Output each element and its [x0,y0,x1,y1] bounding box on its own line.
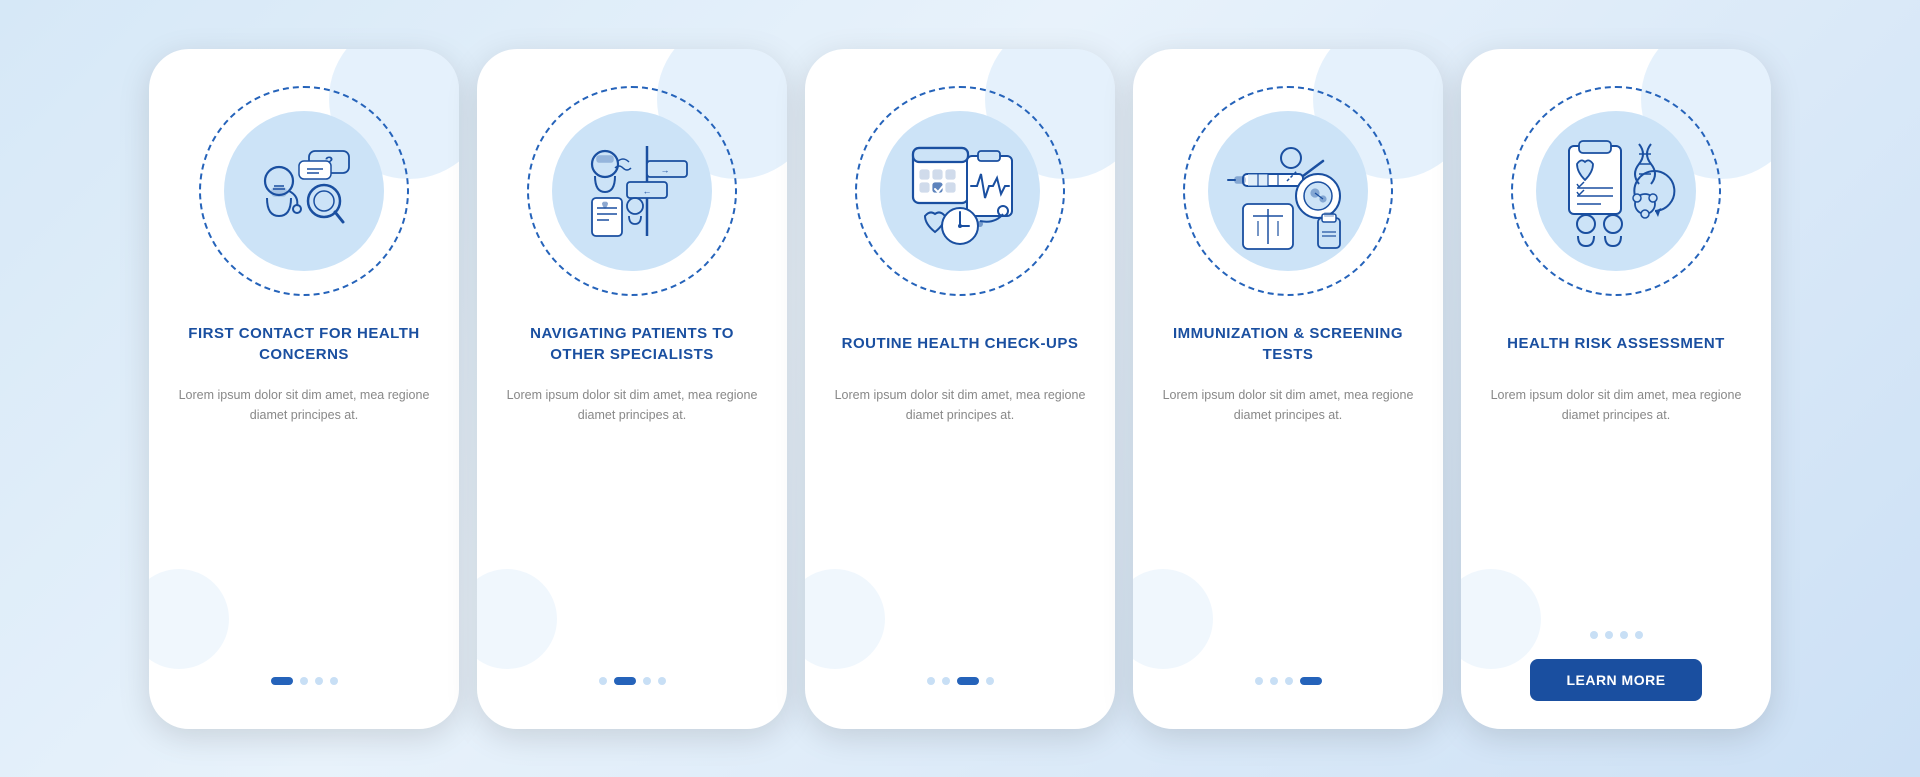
dot-4-1[interactable] [1270,677,1278,685]
dot-2-1[interactable] [614,677,636,685]
illustration-1: ? [194,81,414,301]
dots-3 [927,677,994,685]
svg-text:→: → [661,165,670,175]
icon-navigate-patients: → ← [567,126,697,256]
svg-text:←: ← [643,186,652,196]
phone-card-2: → ← NAVIGATING PATIENTS TO OTHER SPECIAL… [477,49,787,729]
card-title-5: HEALTH RISK ASSESSMENT [1507,319,1725,371]
phones-container: ? FIRST CONTACT FOR HEALTH CONCERNS Lore… [129,29,1791,749]
dot-1-0[interactable] [271,677,293,685]
dot-1-2[interactable] [315,677,323,685]
icon-health-contact: ? [239,126,369,256]
dot-1-1[interactable] [300,677,308,685]
icon-immunization [1223,126,1353,256]
illustration-3 [850,81,1070,301]
dot-3-1[interactable] [942,677,950,685]
card-title-2: NAVIGATING PATIENTS TO OTHER SPECIALISTS [501,319,763,371]
phone-card-4: IMMUNIZATION & SCREENING TESTS Lorem ips… [1133,49,1443,729]
card-desc-5: Lorem ipsum dolor sit dim amet, mea regi… [1485,385,1747,613]
illustration-4 [1178,81,1398,301]
dots-2 [599,677,666,685]
learn-more-button[interactable]: LEARN MORE [1530,659,1701,701]
illustration-5 [1506,81,1726,301]
dots-1 [271,677,338,685]
dot-3-0[interactable] [927,677,935,685]
dots-5 [1590,631,1643,639]
card-desc-2: Lorem ipsum dolor sit dim amet, mea regi… [501,385,763,659]
card-desc-3: Lorem ipsum dolor sit dim amet, mea regi… [829,385,1091,659]
dot-3-2[interactable] [957,677,979,685]
card-title-3: ROUTINE HEALTH CHECK-UPS [842,319,1079,371]
icon-health-risk [1551,126,1681,256]
dot-3-3[interactable] [986,677,994,685]
phone-card-3: ROUTINE HEALTH CHECK-UPS Lorem ipsum dol… [805,49,1115,729]
dot-4-0[interactable] [1255,677,1263,685]
card-desc-1: Lorem ipsum dolor sit dim amet, mea regi… [173,385,435,659]
dot-2-3[interactable] [658,677,666,685]
dots-4 [1255,677,1322,685]
dot-4-2[interactable] [1285,677,1293,685]
dot-5-3[interactable] [1635,631,1643,639]
phone-card-5: HEALTH RISK ASSESSMENT Lorem ipsum dolor… [1461,49,1771,729]
illustration-2: → ← [522,81,742,301]
dot-1-3[interactable] [330,677,338,685]
phone-card-1: ? FIRST CONTACT FOR HEALTH CONCERNS Lore… [149,49,459,729]
icon-health-checkup [895,126,1025,256]
dot-5-1[interactable] [1605,631,1613,639]
dot-5-2[interactable] [1620,631,1628,639]
dot-4-3[interactable] [1300,677,1322,685]
dot-5-0[interactable] [1590,631,1598,639]
card-title-4: IMMUNIZATION & SCREENING TESTS [1157,319,1419,371]
card-title-1: FIRST CONTACT FOR HEALTH CONCERNS [173,319,435,371]
dot-2-0[interactable] [599,677,607,685]
dot-2-2[interactable] [643,677,651,685]
card-desc-4: Lorem ipsum dolor sit dim amet, mea regi… [1157,385,1419,659]
